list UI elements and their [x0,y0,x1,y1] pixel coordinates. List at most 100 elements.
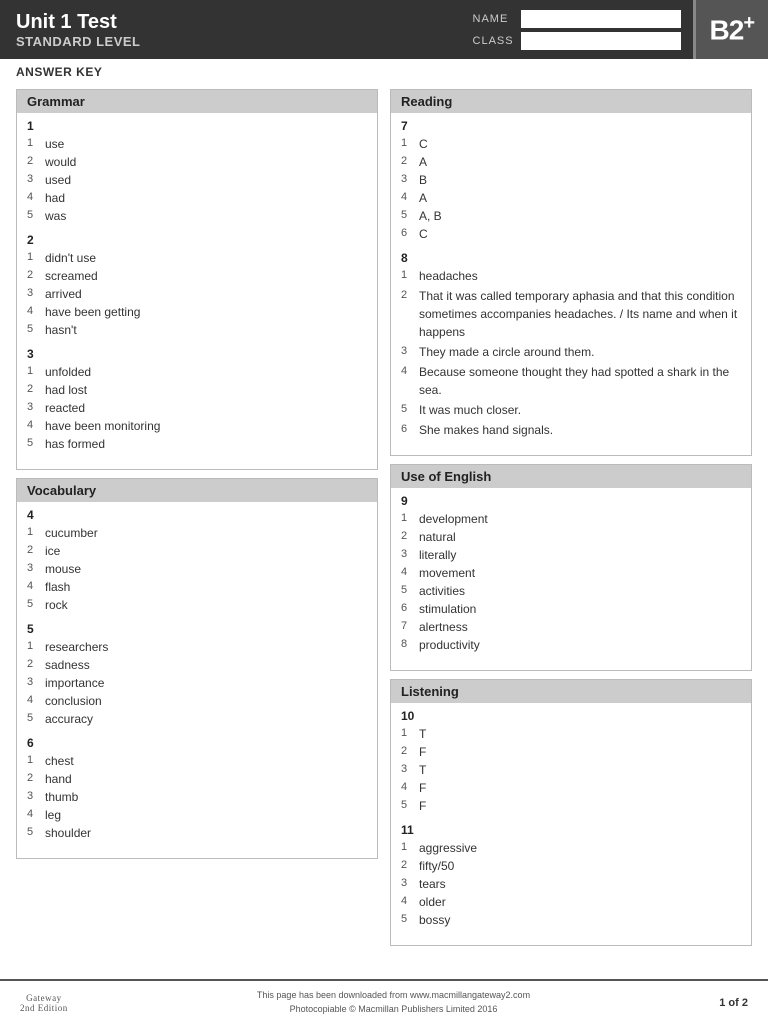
vocabulary-section: Vocabulary 4 1cucumber 2ice 3mouse 4flas… [16,478,378,859]
grammar-q1-a1: 1use [27,135,367,153]
spacer [0,963,768,980]
listening-q11-a2: 2fifty/50 [401,857,741,875]
reading-q7-a1: 1C [401,135,741,153]
listening-section: Listening 10 1T 2F 3T 4F 5F [390,679,752,946]
vocab-q5-a3: 3importance [27,674,367,692]
uoe-q9-a1: 1development [401,510,741,528]
listening-q10-number: 10 [401,709,741,723]
listening-q10-a4: 4F [401,779,741,797]
reading-q8-a4: 4 Because someone thought they had spott… [401,363,741,399]
vocab-q5-a1: 1researchers [27,638,367,656]
reading-q7-a4: 4A [401,189,741,207]
grammar-q2-a3: 3arrived [27,285,367,303]
vocab-q6-a5: 5shoulder [27,824,367,842]
reading-q7-list: 1C 2A 3B 4A 5A, B 6C [401,135,741,243]
uoe-q9-a2: 2natural [401,528,741,546]
vocab-q4-a5: 5rock [27,596,367,614]
listening-body: 10 1T 2F 3T 4F 5F 11 1aggressiv [391,703,751,945]
grammar-q2-number: 2 [27,233,367,247]
listening-q10-list: 1T 2F 3T 4F 5F [401,725,741,815]
reading-q7-a3: 3B [401,171,741,189]
listening-q11-a3: 3tears [401,875,741,893]
grammar-q2-list: 1didn't use 2screamed 3arrived 4have bee… [27,249,367,339]
logo-text: B2+ [710,12,754,46]
left-column: Grammar 1 1use 2would 3used 4had 5was [16,89,378,963]
vocab-group-5: 5 1researchers 2sadness 3importance 4con… [27,622,367,728]
reading-q8-a6: 6She makes hand signals. [401,421,741,439]
vocab-q4-a3: 3mouse [27,560,367,578]
use-of-english-section: Use of English 9 1development 2natural 3… [390,464,752,671]
vocab-group-4: 4 1cucumber 2ice 3mouse 4flash 5rock [27,508,367,614]
footer: Gateway 2nd Edition This page has been d… [0,979,768,1024]
vocab-q4-a4: 4flash [27,578,367,596]
vocab-q6-a2: 2hand [27,770,367,788]
listening-header: Listening [391,680,751,703]
listening-q11-list: 1aggressive 2fifty/50 3tears 4older 5bos… [401,839,741,929]
header-left: Unit 1 Test STANDARD LEVEL [0,0,461,59]
grammar-section: Grammar 1 1use 2would 3used 4had 5was [16,89,378,470]
reading-q8-a2: 2 That it was called temporary aphasia a… [401,287,741,341]
grammar-group-3: 3 1unfolded 2had lost 3reacted 4have bee… [27,347,367,453]
header: Unit 1 Test STANDARD LEVEL NAME CLASS B2… [0,0,768,59]
grammar-q3-a4: 4have been monitoring [27,417,367,435]
uoe-q9-a6: 6stimulation [401,600,741,618]
vocab-q4-a2: 2ice [27,542,367,560]
grammar-q1-number: 1 [27,119,367,133]
name-label: NAME [473,13,513,25]
footer-center: This page has been downloaded from www.m… [257,989,530,1016]
reading-q8-a3: 3They made a circle around them. [401,343,741,361]
listening-group-11: 11 1aggressive 2fifty/50 3tears 4older 5… [401,823,741,929]
reading-q7-a5: 5A, B [401,207,741,225]
listening-q10-a3: 3T [401,761,741,779]
footer-page: 1 of 2 [719,997,748,1009]
class-input[interactable] [521,32,681,50]
vocab-q4-list: 1cucumber 2ice 3mouse 4flash 5rock [27,524,367,614]
vocab-q5-a5: 5accuracy [27,710,367,728]
grammar-q1-a5: 5was [27,207,367,225]
reading-group-7: 7 1C 2A 3B 4A 5A, B 6C [401,119,741,243]
listening-q11-a4: 4older [401,893,741,911]
class-row: CLASS [473,32,681,50]
grammar-q1-a4: 4had [27,189,367,207]
uoe-group-9: 9 1development 2natural 3literally 4move… [401,494,741,654]
class-label: CLASS [473,35,513,47]
vocab-q6-a4: 4leg [27,806,367,824]
listening-q10-a1: 1T [401,725,741,743]
grammar-body: 1 1use 2would 3used 4had 5was 2 [17,113,377,469]
grammar-group-1: 1 1use 2would 3used 4had 5was [27,119,367,225]
reading-q7-number: 7 [401,119,741,133]
footer-line1: This page has been downloaded from www.m… [257,989,530,1003]
vocab-q5-a4: 4conclusion [27,692,367,710]
logo-plus: + [743,12,754,34]
vocab-q4-a1: 1cucumber [27,524,367,542]
right-column: Reading 7 1C 2A 3B 4A 5A, B 6C [390,89,752,963]
page: Unit 1 Test STANDARD LEVEL NAME CLASS B2… [0,0,768,1024]
footer-line2: Photocopiable © Macmillan Publishers Lim… [257,1003,530,1017]
use-of-english-body: 9 1development 2natural 3literally 4move… [391,488,751,670]
uoe-q9-a3: 3literally [401,546,741,564]
reading-q7-a6: 6C [401,225,741,243]
uoe-q9-number: 9 [401,494,741,508]
vocab-q5-number: 5 [27,622,367,636]
reading-header: Reading [391,90,751,113]
name-input[interactable] [521,10,681,28]
header-fields: NAME CLASS [461,0,693,59]
answer-key-label: ANSWER KEY [16,65,102,79]
grammar-q3-a3: 3reacted [27,399,367,417]
vocabulary-body: 4 1cucumber 2ice 3mouse 4flash 5rock 5 [17,502,377,858]
gateway-logo-sub: 2nd Edition [20,1003,68,1013]
vocab-q6-a1: 1chest [27,752,367,770]
listening-q11-a1: 1aggressive [401,839,741,857]
grammar-header: Grammar [17,90,377,113]
reading-q7-a2: 2A [401,153,741,171]
gateway-logo-text: Gateway [20,993,68,1003]
grammar-group-2: 2 1didn't use 2screamed 3arrived 4have b… [27,233,367,339]
uoe-q9-a4: 4movement [401,564,741,582]
grammar-q1-list: 1use 2would 3used 4had 5was [27,135,367,225]
vocab-group-6: 6 1chest 2hand 3thumb 4leg 5shoulder [27,736,367,842]
reading-q8-a5: 5It was much closer. [401,401,741,419]
grammar-q2-a5: 5hasn't [27,321,367,339]
reading-group-8: 8 1headaches 2 That it was called tempor… [401,251,741,439]
grammar-q2-a2: 2screamed [27,267,367,285]
b2-logo: B2+ [693,0,768,59]
